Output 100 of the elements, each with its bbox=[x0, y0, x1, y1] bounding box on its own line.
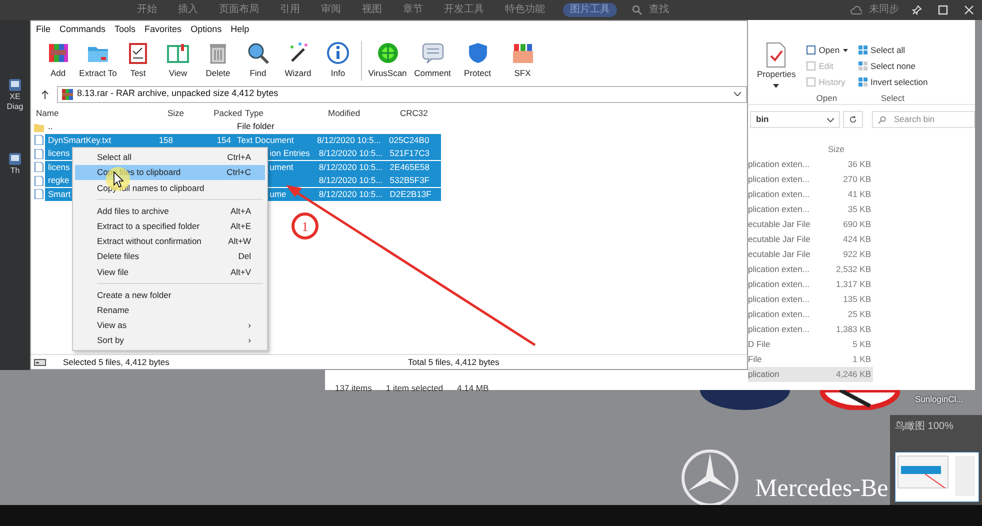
menu-item[interactable]: Select all Ctrl+A bbox=[75, 150, 265, 166]
file-row[interactable]: plication exten... 1,317 KB bbox=[748, 277, 873, 292]
file-row[interactable]: plication exten... 270 KB bbox=[748, 172, 873, 187]
desktop-app-icon[interactable] bbox=[820, 390, 900, 410]
speech-bubble-icon bbox=[420, 41, 444, 65]
column-header[interactable]: Size bbox=[826, 143, 871, 156]
box-icon bbox=[510, 41, 534, 65]
menu-item[interactable]: Add files to archive Alt+A bbox=[75, 204, 265, 219]
column-header[interactable]: Modified bbox=[328, 106, 400, 120]
menu-item[interactable]: Commands bbox=[60, 22, 106, 36]
file-row[interactable]: ecutable Jar File 424 KB bbox=[748, 232, 873, 247]
menu-item[interactable]: Tools bbox=[114, 22, 136, 36]
caret-icon bbox=[842, 48, 848, 52]
book-icon bbox=[166, 41, 190, 65]
desktop-shortcut-icon[interactable] bbox=[8, 78, 22, 92]
file-row[interactable]: ecutable Jar File 690 KB bbox=[748, 217, 873, 232]
file-row[interactable]: plication exten... 25 KB bbox=[748, 307, 873, 322]
toolbar-button[interactable]: Find bbox=[238, 41, 278, 80]
ribbon-command[interactable]: Select all bbox=[858, 42, 906, 58]
car-brand-logo-icon bbox=[680, 448, 740, 508]
chevron-down-icon[interactable] bbox=[734, 92, 741, 96]
up-arrow-icon[interactable] bbox=[41, 90, 49, 98]
toolbar-button[interactable]: Delete bbox=[198, 41, 238, 80]
search-field[interactable]: Search bin bbox=[872, 111, 975, 128]
archive-icon bbox=[62, 88, 73, 100]
column-header[interactable]: CRC32 bbox=[400, 106, 452, 120]
properties-button[interactable]: Properties bbox=[757, 42, 796, 104]
table-cell-text: ument bbox=[270, 160, 294, 174]
toolbar-button[interactable]: Extract To bbox=[78, 41, 118, 80]
menu-item[interactable]: Extract without confirmation Alt+W bbox=[75, 234, 265, 250]
menu-item[interactable]: Options bbox=[190, 22, 222, 36]
file-row[interactable]: File 1 KB bbox=[748, 352, 873, 367]
toolbar-button[interactable]: Comment bbox=[410, 41, 455, 80]
search-icon[interactable] bbox=[632, 5, 642, 15]
table-cell-text: regke bbox=[47, 174, 70, 188]
menu-item[interactable]: View as › bbox=[75, 318, 265, 334]
toolbar-button[interactable]: Protect bbox=[455, 41, 500, 80]
table-cell-text: ion Entries bbox=[270, 147, 311, 160]
menu-item[interactable]: View file Alt+V bbox=[75, 264, 265, 280]
file-row[interactable]: plication exten... 41 KB bbox=[748, 187, 873, 202]
ribbon-command[interactable]: Invert selection bbox=[858, 74, 928, 90]
file-row[interactable]: plication exten... 135 KB bbox=[748, 292, 873, 307]
table-cell-text: 521F17C3 bbox=[390, 147, 430, 160]
toolbar-button[interactable]: Wizard bbox=[278, 41, 318, 80]
toolbar-button[interactable]: Add bbox=[38, 41, 78, 80]
document-icon bbox=[806, 45, 816, 55]
table-cell-text: File folder bbox=[236, 120, 276, 134]
column-header[interactable]: Packed bbox=[184, 106, 242, 120]
menu-item[interactable]: Rename bbox=[75, 302, 265, 318]
ribbon-group-label: Open bbox=[816, 92, 838, 105]
column-header[interactable]: Size bbox=[156, 106, 184, 120]
file-row[interactable]: plication exten... 35 KB bbox=[748, 202, 873, 217]
menu-item[interactable]: Favorites bbox=[144, 22, 182, 36]
menu-item[interactable]: Create a new folder bbox=[75, 288, 265, 303]
chevron-down-icon bbox=[827, 118, 834, 122]
file-row[interactable]: D File 5 KB bbox=[748, 337, 873, 352]
refresh-button[interactable] bbox=[843, 111, 863, 128]
folder-icon bbox=[34, 122, 44, 132]
step-number-badge: 1 bbox=[292, 212, 318, 240]
menu-item[interactable]: File bbox=[36, 22, 51, 36]
menu-item[interactable]: Help bbox=[230, 22, 250, 36]
document-check-icon bbox=[765, 42, 788, 68]
file-row[interactable]: plication exten... 1,383 KB bbox=[748, 322, 873, 337]
desktop-icon-label: XE bbox=[10, 92, 20, 102]
grid-icon bbox=[858, 61, 868, 71]
toolbar-button[interactable]: View bbox=[158, 41, 198, 80]
toolbar-button[interactable]: Info bbox=[318, 41, 358, 80]
file-row[interactable]: plication exten... 36 KB bbox=[748, 157, 873, 172]
status-text: Total 5 files, 4,412 bytes bbox=[408, 356, 500, 368]
ribbon-group-label: Select bbox=[880, 92, 904, 105]
table-cell-text: 8/12/2020 10:5... bbox=[318, 174, 384, 188]
desktop-shortcut-icon[interactable] bbox=[8, 152, 22, 166]
document-icon bbox=[806, 61, 816, 71]
table-cell-text: 8/12/2020 10:5... bbox=[318, 160, 384, 174]
pin-icon[interactable] bbox=[912, 5, 922, 15]
menu-item[interactable]: Delete files Del bbox=[75, 249, 265, 264]
maximize-icon[interactable] bbox=[938, 5, 948, 15]
path-field[interactable]: 8.13.rar - RAR archive, unpacked size 4,412 bytes bbox=[57, 86, 747, 102]
file-row[interactable]: plication exten... 2,532 KB bbox=[748, 262, 873, 277]
toolbar-button[interactable]: Test bbox=[118, 41, 158, 80]
table-cell-text: .. bbox=[47, 120, 54, 134]
column-header[interactable]: Type bbox=[242, 106, 328, 120]
drive-icon bbox=[34, 358, 46, 366]
file-row[interactable]: ecutable Jar File 922 KB bbox=[748, 247, 873, 262]
table-cell-text: licens bbox=[47, 147, 71, 160]
column-header[interactable]: Name bbox=[36, 106, 156, 120]
menu-item[interactable]: Sort by › bbox=[75, 333, 265, 348]
status-text: Selected 5 files, 4,412 bytes bbox=[63, 356, 170, 368]
location-field[interactable]: bin bbox=[750, 111, 840, 128]
toolbar-button[interactable]: VirusScan bbox=[365, 41, 410, 80]
toolbar-button[interactable]: SFX bbox=[500, 41, 545, 80]
magnifier-icon bbox=[246, 41, 270, 65]
grid-icon bbox=[858, 77, 868, 87]
close-icon[interactable] bbox=[964, 5, 974, 15]
ribbon-command[interactable]: Open bbox=[806, 42, 848, 58]
file-row[interactable]: plication 4,246 KB bbox=[748, 367, 873, 382]
menu-item[interactable]: Extract to a specified folder Alt+E bbox=[75, 218, 265, 234]
sync-status: 未同步 bbox=[868, 3, 900, 17]
ribbon-command[interactable]: Select none bbox=[858, 58, 916, 74]
desktop-icon-label: Diag bbox=[6, 102, 24, 112]
